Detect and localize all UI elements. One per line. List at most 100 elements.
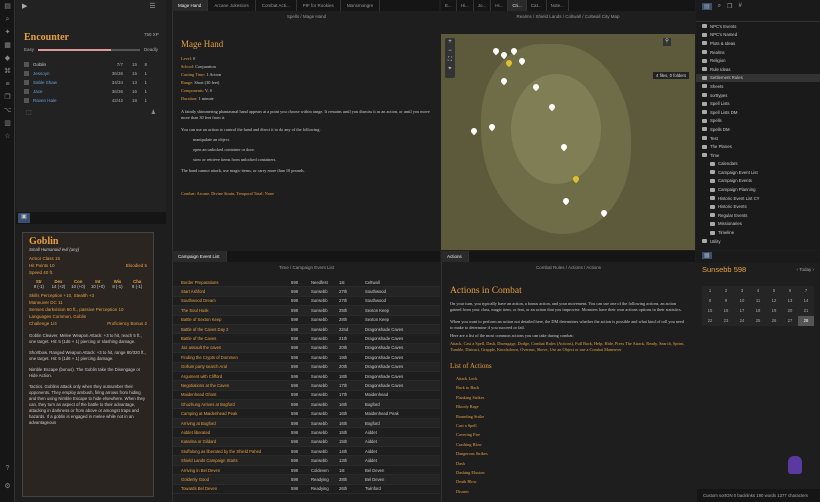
- calendar-day[interactable]: 15: [702, 306, 718, 316]
- action-list-item[interactable]: Bounding Strike: [442, 412, 695, 421]
- table-row[interactable]: Battle of the Caves 598 Sunsebb 21th Dragons…: [173, 334, 440, 344]
- action-list-item[interactable]: Disarm: [442, 487, 695, 496]
- table-row[interactable]: Negotiations at the Caves 598 Sunsebb 17th D…: [173, 381, 440, 391]
- template-icon[interactable]: ▥: [0, 117, 15, 130]
- file-tree-item[interactable]: Plots & Ideas: [696, 39, 820, 48]
- tab-actions[interactable]: Actions: [441, 251, 469, 262]
- action-list-item[interactable]: Dangerous Strikes: [442, 449, 695, 458]
- table-row[interactable]: Finding the Crypts of Dommen 598 Sunsebb 19…: [173, 353, 440, 363]
- table-cell[interactable]: Argument with Clifford: [173, 374, 291, 379]
- file-tree-item[interactable]: Religion: [696, 56, 820, 65]
- file-tree-item[interactable]: Historic Event List CY: [696, 194, 820, 203]
- calendar-day[interactable]: 11: [750, 296, 766, 306]
- tab-3[interactable]: PIF for Rookies: [297, 0, 341, 11]
- file-tree-item[interactable]: Rule Ideas: [696, 65, 820, 74]
- sidebar-toggle-icon[interactable]: ▤: [0, 0, 15, 13]
- combatant-name[interactable]: Raven Hale: [33, 98, 93, 103]
- action-list-item[interactable]: Dash: [442, 459, 695, 468]
- file-tree-item[interactable]: Calendars: [696, 160, 820, 169]
- calendar-day[interactable]: 6: [782, 286, 798, 296]
- files-icon[interactable]: ▤: [702, 3, 712, 10]
- table-row[interactable]: Arriving in Bel Deven 598 Coldeven 1st Bel D…: [173, 466, 440, 476]
- table-cell[interactable]: Gollum party search Aral: [173, 364, 291, 369]
- calendar-day[interactable]: 10: [734, 296, 750, 306]
- calendar-day[interactable]: 3: [734, 286, 750, 296]
- map-tab-3[interactable]: Hi...: [491, 0, 509, 11]
- calendar-day[interactable]: 7: [798, 286, 814, 296]
- table-row[interactable]: Goldenly Good 598 Readying 28th Bel Deven: [173, 475, 440, 485]
- table-row[interactable]: The Soul Husk 598 Sunsebb 25th Sexton Keep: [173, 306, 440, 316]
- table-cell[interactable]: Negotiations at the Caves: [173, 383, 291, 388]
- prev-month-icon[interactable]: ‹: [797, 267, 799, 272]
- next-month-icon[interactable]: ›: [813, 267, 815, 272]
- calendar-day[interactable]: 21: [798, 306, 814, 316]
- table-cell[interactable]: Goldenly Good: [173, 477, 291, 482]
- table-row[interactable]: Shield Lands Campaign Starts 598 Sunsebb 13…: [173, 456, 440, 466]
- table-row[interactable]: Stuffalong as liberated by the Shield Pa…: [173, 447, 440, 457]
- map-tab-6[interactable]: Note...: [547, 0, 569, 11]
- tab-2[interactable]: Combat Acti...: [256, 0, 297, 11]
- combatant-checkbox[interactable]: [24, 80, 29, 85]
- combatant-checkbox[interactable]: [24, 62, 29, 67]
- graph-icon[interactable]: ✦: [0, 26, 15, 39]
- city-map[interactable]: + − ⛶ ⌖ ⚲ 4 files, 0 folders: [441, 34, 695, 250]
- table-cell[interactable]: Stuffalong as liberated by the Shield Pa…: [173, 449, 291, 454]
- table-cell[interactable]: Finding the Crypts of Dommen: [173, 355, 291, 360]
- map-tab-5[interactable]: Cat...: [527, 0, 547, 11]
- table-row[interactable]: Start Ashford 598 Sunsebb 27th Southwood: [173, 287, 440, 297]
- file-tree-item[interactable]: Historic Events: [696, 202, 820, 211]
- file-tree-item[interactable]: Campaign Planning: [696, 185, 820, 194]
- table-cell[interactable]: Border Preparations: [173, 280, 291, 285]
- map-zoom-controls[interactable]: + − ⛶ ⌖: [445, 38, 455, 78]
- table-cell[interactable]: Battle of Sexton Keep: [173, 317, 291, 322]
- calendar-day[interactable]: 16: [718, 306, 734, 316]
- combatant-checkbox[interactable]: [24, 89, 29, 94]
- action-list-item[interactable]: Flanking Strikes: [442, 393, 695, 402]
- calendar-day[interactable]: 4: [750, 286, 766, 296]
- table-row[interactable]: Gollum party search Aral 598 Sunsebb 20th Dr…: [173, 362, 440, 372]
- dice-icon[interactable]: ◆: [0, 52, 15, 65]
- file-tree-item[interactable]: Sheets: [696, 82, 820, 91]
- file-tree-item[interactable]: Missionaries: [696, 220, 820, 229]
- combatant-name[interactable]: Sable Shaw: [33, 80, 93, 85]
- calendar-tab-icon[interactable]: ▦: [702, 252, 712, 259]
- tab-4[interactable]: Mansmongre: [341, 0, 381, 11]
- calendar-day[interactable]: 18: [750, 306, 766, 316]
- search-files-icon[interactable]: ⌕: [718, 3, 721, 10]
- table-row[interactable]: Border Preparations 598 Needfest 1st Celtwal…: [173, 278, 440, 288]
- file-tree-item[interactable]: Timeline: [696, 228, 820, 237]
- table-cell[interactable]: Start Ashford: [173, 289, 291, 294]
- action-list-item[interactable]: Crashing Blow: [442, 440, 695, 449]
- file-tree-item[interactable]: Spells: [696, 117, 820, 126]
- map-pin[interactable]: [469, 126, 479, 136]
- table-cell[interactable]: Camping at Maidenhead Peak: [173, 411, 291, 416]
- today-button[interactable]: Today: [799, 267, 811, 272]
- file-tree-item[interactable]: NPC's Events: [696, 22, 820, 31]
- menu-icon[interactable]: ☰: [149, 2, 155, 10]
- table-row[interactable]: Ghuzhung Arrives at Bogford 598 Sunsebb 16t…: [173, 400, 440, 410]
- table-cell[interactable]: Shield Lands Campaign Starts: [173, 458, 291, 463]
- calendar-day[interactable]: 28: [798, 316, 814, 326]
- calendar-day[interactable]: 14: [798, 296, 814, 306]
- combatant-name[interactable]: Jace: [33, 89, 93, 94]
- table-row[interactable]: Argument with Clifford 598 Sunsebb 18th Drag…: [173, 372, 440, 382]
- map-tab-0[interactable]: E...: [441, 0, 457, 11]
- table-cell[interactable]: Arriving at Bogford: [173, 421, 291, 426]
- map-tab-4[interactable]: Cri...: [508, 0, 527, 11]
- file-tree-item[interactable]: Test: [696, 134, 820, 143]
- table-row[interactable]: Katarina or Gildard 598 Sunsebb 15th Aiddet: [173, 437, 440, 448]
- calendar-day[interactable]: 13: [782, 296, 798, 306]
- tab-0[interactable]: Mage Hand: [172, 0, 209, 11]
- file-tree-item[interactable]: sorttypes: [696, 91, 820, 100]
- table-cell[interactable]: Arriving in Bel Deven: [173, 468, 291, 473]
- map-tab-1[interactable]: Hi...: [457, 0, 474, 11]
- calendar-day[interactable]: 22: [702, 316, 718, 326]
- action-list-item[interactable]: Death Blow: [442, 477, 695, 486]
- table-cell[interactable]: Battle of the Caves: [173, 336, 291, 341]
- table-cell[interactable]: Katarina or Gildard: [173, 439, 291, 444]
- help-icon[interactable]: ?: [0, 462, 15, 475]
- file-tree-item[interactable]: Settlement Rules: [696, 73, 820, 83]
- file-tree-item[interactable]: Campaign Events: [696, 177, 820, 186]
- table-cell[interactable]: Aiddet liberated: [173, 430, 291, 435]
- bookmark-icon[interactable]: ❐: [0, 91, 15, 104]
